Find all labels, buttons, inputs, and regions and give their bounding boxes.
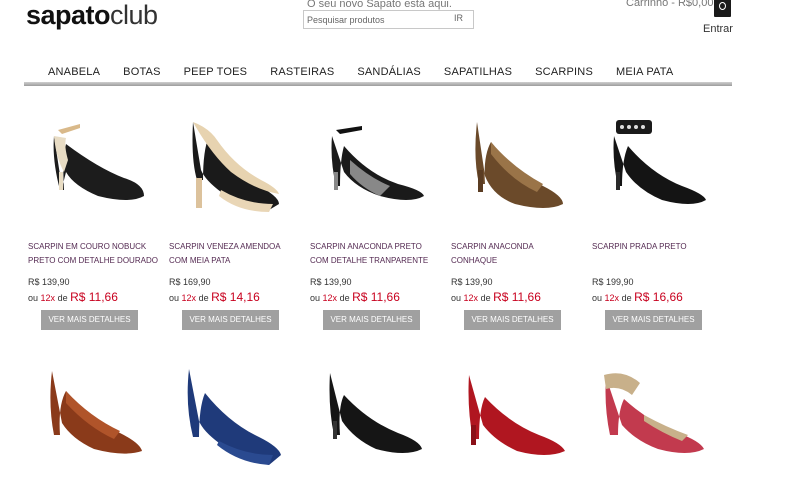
view-details-button[interactable]: VER MAIS DETALHES [41,310,138,330]
view-details-button[interactable]: VER MAIS DETALHES [182,310,279,330]
tagline: O seu novo Sapato está aqui. [307,0,452,10]
product-image[interactable] [592,355,722,475]
search-button[interactable]: IR [454,13,463,23]
installments-count: 12x [181,293,197,303]
search-input[interactable] [304,11,444,28]
logo-bold-text: sapato [26,0,111,30]
installments-prefix: ou [169,293,180,303]
view-details-button[interactable]: VER MAIS DETALHES [323,310,420,330]
product-name[interactable]: SCARPIN ANACONDA PRETO COM DETALHE TRANP… [310,240,440,268]
installments-prefix: ou [28,293,39,303]
logo-light-text: club [110,0,158,30]
installments-de: de [339,293,350,303]
view-details-button[interactable]: VER MAIS DETALHES [464,310,561,330]
product-image[interactable] [169,355,299,475]
product-image[interactable] [451,100,581,225]
product-name[interactable]: SCARPIN VENEZA AMENDOA COM MEIA PATA [169,240,299,268]
product-image[interactable] [451,355,581,475]
product-card: SCARPIN ANACONDA PRETO COM DETALHE TRANP… [310,100,440,330]
product-price: R$ 199,90 [592,277,634,287]
product-installments: ou 12x de R$ 16,66 [592,290,683,304]
cart-link[interactable]: Carrinho - R$0,00 [626,0,713,9]
login-link[interactable]: Entrar [703,23,733,35]
product-name[interactable]: SCARPIN EM COURO NOBUCK PRETO COM DETALH… [28,240,158,268]
installments-de: de [480,293,491,303]
product-image[interactable] [28,100,158,225]
product-card: SCARPIN PRADA PRETO R$ 199,90 ou 12x de … [592,100,722,330]
product-price: R$ 139,90 [451,277,493,287]
installment-value: R$ 11,66 [352,290,400,304]
installments-count: 12x [40,293,56,303]
installment-value: R$ 11,66 [70,290,118,304]
product-price: R$ 139,90 [310,277,352,287]
product-name[interactable]: SCARPIN ANACONDA CONHAQUE [451,240,581,268]
shopping-bag-icon[interactable] [714,0,731,17]
product-price: R$ 139,90 [28,277,70,287]
installment-value: R$ 11,66 [493,290,541,304]
product-image[interactable] [28,355,158,475]
installment-value: R$ 14,16 [211,290,260,304]
installments-count: 12x [322,293,338,303]
product-installments: ou 12x de R$ 11,66 [28,290,118,304]
product-image[interactable] [592,100,722,225]
installments-count: 12x [604,293,620,303]
logo[interactable]: sapatoclub [26,0,158,32]
product-image[interactable] [310,355,440,475]
installments-de: de [621,293,632,303]
installments-count: 12x [463,293,479,303]
search-box: IR [303,10,474,29]
installments-prefix: ou [592,293,603,303]
product-name[interactable]: SCARPIN PRADA PRETO [592,240,722,254]
product-image[interactable] [310,100,440,225]
product-card: SCARPIN EM COURO NOBUCK PRETO COM DETALH… [28,100,158,330]
product-price: R$ 169,90 [169,277,211,287]
product-image[interactable] [169,100,299,225]
product-installments: ou 12x de R$ 11,66 [451,290,541,304]
product-card: SCARPIN ANACONDA CONHAQUE R$ 139,90 ou 1… [451,100,581,330]
installments-de: de [198,293,209,303]
installments-de: de [57,293,68,303]
product-installments: ou 12x de R$ 11,66 [310,290,400,304]
installments-prefix: ou [451,293,462,303]
nav-divider [24,82,732,86]
installment-value: R$ 16,66 [634,290,683,304]
product-card: SCARPIN VENEZA AMENDOA COM MEIA PATA R$ … [169,100,299,330]
installments-prefix: ou [310,293,321,303]
view-details-button[interactable]: VER MAIS DETALHES [605,310,702,330]
product-installments: ou 12x de R$ 14,16 [169,290,260,304]
